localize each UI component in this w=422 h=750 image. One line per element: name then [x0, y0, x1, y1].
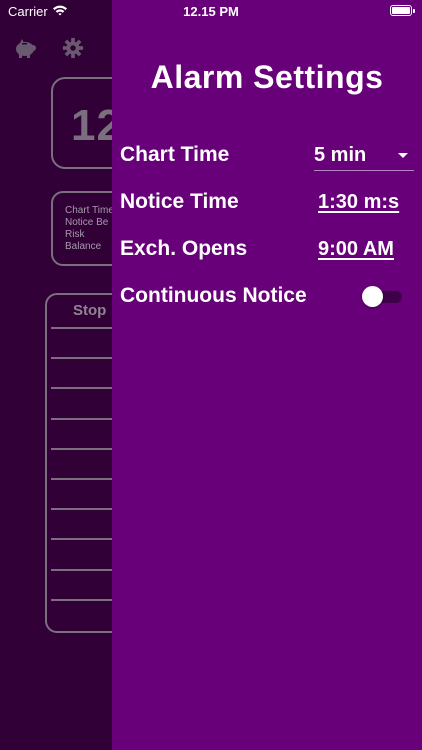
notice-time-field[interactable]: 1:30 m:s: [318, 191, 399, 214]
chart-time-value: 5 min: [314, 144, 367, 166]
status-bar: Carrier 12.15 PM: [0, 0, 422, 24]
status-time: 12.15 PM: [183, 4, 239, 19]
chart-time-label: Chart Time: [120, 143, 230, 166]
gear-icon[interactable]: [62, 37, 84, 59]
drawer-title: Alarm Settings: [150, 59, 384, 95]
exch-opens-field[interactable]: 9:00 AM: [318, 238, 394, 261]
chart-time-select[interactable]: 5 min: [314, 144, 414, 171]
alarm-settings-drawer: Alarm Settings Chart Time 5 min Notice T…: [112, 0, 422, 750]
continuous-notice-label: Continuous Notice: [120, 284, 307, 307]
continuous-notice-toggle[interactable]: [362, 286, 402, 307]
battery-icon: [390, 5, 415, 16]
exch-opens-label: Exch. Opens: [120, 237, 248, 260]
toggle-knob: [362, 286, 383, 307]
notice-time-label: Notice Time: [120, 190, 239, 213]
piggy-bank-icon[interactable]: [13, 38, 37, 60]
chevron-down-icon: [398, 153, 408, 158]
